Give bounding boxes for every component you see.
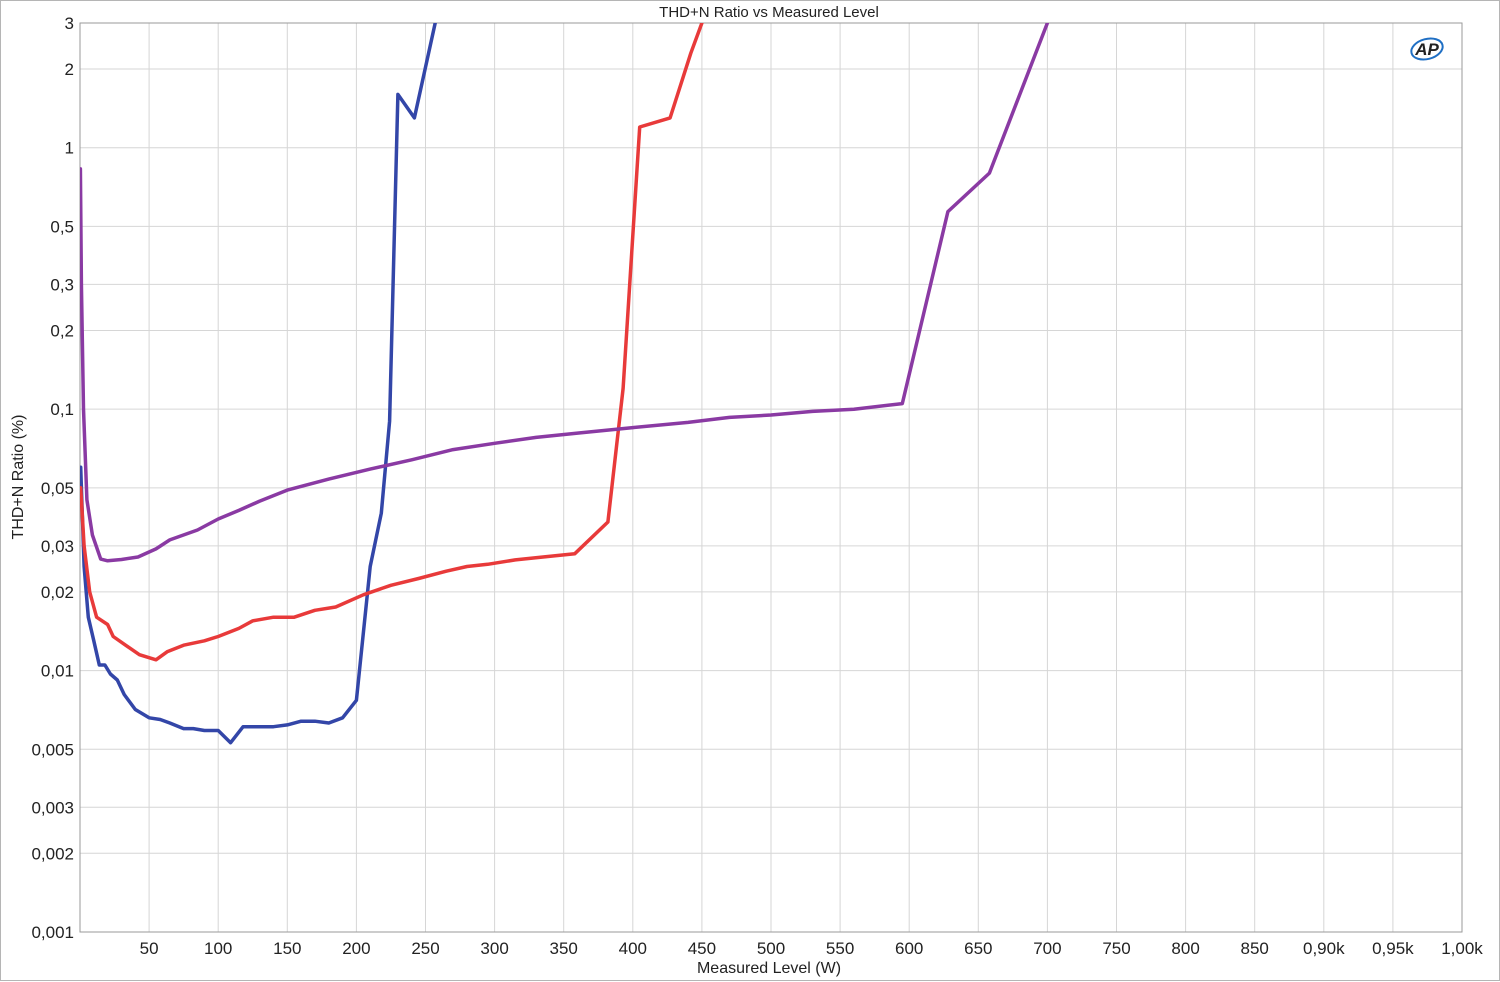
x-tick-label: 150 [273,939,301,958]
x-tick-label: 200 [342,939,370,958]
x-tick-label: 800 [1171,939,1199,958]
x-tick-label: 650 [964,939,992,958]
x-tick-label: 300 [480,939,508,958]
x-tick-label: 400 [619,939,647,958]
y-tick-label: 0,002 [31,844,74,863]
y-tick-label: 0,005 [31,740,74,759]
x-tick-label: 750 [1102,939,1130,958]
y-tick-label: 0,05 [41,479,74,498]
x-tick-label: 250 [411,939,439,958]
x-tick-label: 550 [826,939,854,958]
x-axis-title: Measured Level (W) [697,960,841,977]
y-tick-label: 0,3 [50,275,74,294]
ap-logo: AP [1410,37,1444,61]
y-tick-label: 2 [65,60,74,79]
y-tick-label: 0,003 [31,798,74,817]
y-tick-label: 3 [65,14,74,33]
chart-window: 50 100 150 200 250 300 350 400 450 500 550 600 650 70… [0,0,1500,981]
x-tick-label: 1,00k [1441,939,1483,958]
y-tick-label: 0,03 [41,537,74,556]
chart-grid [80,22,1463,933]
x-tick-label: 500 [757,939,785,958]
y-tick-label: 0,01 [41,662,74,681]
chart-title: THD+N Ratio vs Measured Level [659,4,879,21]
y-tick-label: 0,2 [50,321,74,340]
x-tick-label: 350 [550,939,578,958]
ap-logo-text: AP [1414,40,1439,59]
y-axis-title: THD+N Ratio (%) [10,415,27,540]
x-tick-label: 600 [895,939,923,958]
x-tick-labels: 50 100 150 200 250 300 350 400 450 500 550 600 650 70… [140,939,1484,958]
y-tick-label: 1 [65,139,74,158]
y-tick-label: 0,02 [41,583,74,602]
x-tick-label: 50 [140,939,159,958]
y-tick-label: 0,001 [31,923,74,942]
x-tick-label: 700 [1033,939,1061,958]
y-tick-label: 0,1 [50,400,74,419]
x-tick-label: 0,90k [1303,939,1345,958]
x-tick-label: 450 [688,939,716,958]
series-line-1 [80,23,437,745]
x-tick-label: 0,95k [1372,939,1414,958]
chart-svg: 50 100 150 200 250 300 350 400 450 500 550 600 650 70… [10,4,1484,977]
x-tick-label: 100 [204,939,232,958]
y-tick-label: 0,5 [50,217,74,236]
y-tick-labels: 3 2 1 0,5 0,3 0,2 0,1 0,05 0,03 0,02 0,01 0,005 0,00… [31,14,74,942]
x-tick-label: 850 [1241,939,1269,958]
